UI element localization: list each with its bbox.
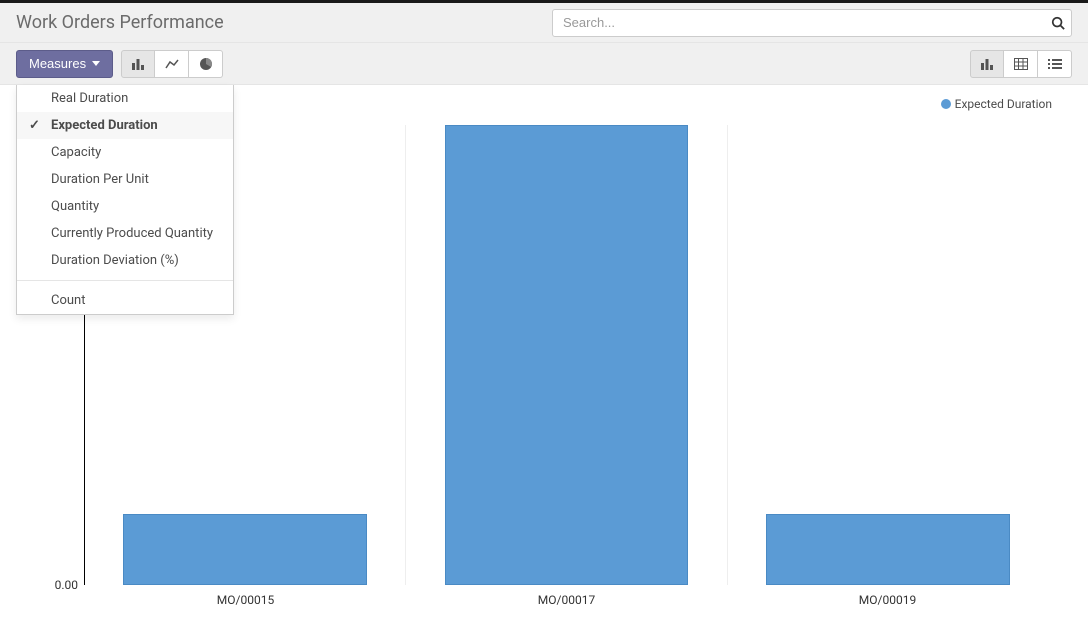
bar[interactable] bbox=[445, 125, 688, 585]
measures-dropdown-item-5[interactable]: Currently Produced Quantity bbox=[17, 220, 233, 247]
view-mode-group bbox=[970, 50, 1072, 78]
x-label: MO/00019 bbox=[727, 585, 1048, 607]
search-icon[interactable] bbox=[1048, 13, 1068, 33]
search-wrap bbox=[552, 9, 1072, 37]
measures-dropdown-item-1[interactable]: Expected Duration bbox=[17, 112, 233, 139]
header-bar: Work Orders Performance bbox=[0, 3, 1088, 43]
pie-chart-icon bbox=[199, 57, 213, 71]
list-icon bbox=[1048, 58, 1062, 70]
pivot-view-button[interactable] bbox=[1004, 50, 1038, 78]
line-chart-button[interactable] bbox=[155, 50, 189, 78]
line-chart-icon bbox=[165, 58, 179, 70]
measures-dropdown: Real DurationExpected DurationCapacityDu… bbox=[16, 85, 234, 315]
bar-chart-icon bbox=[980, 58, 994, 70]
caret-down-icon bbox=[92, 61, 100, 67]
bar-slot bbox=[406, 125, 727, 585]
toolbar: Measures bbox=[0, 43, 1088, 85]
legend-label: Expected Duration bbox=[955, 97, 1052, 111]
legend-dot-icon bbox=[941, 99, 951, 109]
list-view-button[interactable] bbox=[1038, 50, 1072, 78]
pie-chart-button[interactable] bbox=[189, 50, 223, 78]
measures-button[interactable]: Measures bbox=[16, 50, 113, 78]
measures-dropdown-count[interactable]: Count bbox=[17, 287, 233, 314]
bar-chart-icon bbox=[131, 58, 145, 70]
bar-slot bbox=[728, 125, 1048, 585]
measures-dropdown-item-6[interactable]: Duration Deviation (%) bbox=[17, 247, 233, 274]
legend: Expected Duration bbox=[941, 97, 1052, 111]
dropdown-separator bbox=[17, 280, 233, 281]
x-labels: MO/00015MO/00017MO/00019 bbox=[85, 585, 1048, 607]
search-input[interactable] bbox=[552, 9, 1072, 37]
bar-chart-button[interactable] bbox=[121, 50, 155, 78]
measures-dropdown-item-3[interactable]: Duration Per Unit bbox=[17, 166, 233, 193]
measures-dropdown-item-4[interactable]: Quantity bbox=[17, 193, 233, 220]
measures-button-label: Measures bbox=[29, 56, 86, 71]
measures-dropdown-item-2[interactable]: Capacity bbox=[17, 139, 233, 166]
y-tick-0: 0.00 bbox=[40, 578, 78, 592]
table-icon bbox=[1014, 58, 1028, 70]
chart-type-group bbox=[121, 50, 223, 78]
page-title: Work Orders Performance bbox=[16, 12, 224, 33]
x-label: MO/00015 bbox=[85, 585, 406, 607]
x-label: MO/00017 bbox=[406, 585, 727, 607]
bar[interactable] bbox=[766, 514, 1009, 585]
bar[interactable] bbox=[123, 514, 366, 585]
measures-dropdown-item-0[interactable]: Real Duration bbox=[17, 85, 233, 112]
graph-view-button[interactable] bbox=[970, 50, 1004, 78]
